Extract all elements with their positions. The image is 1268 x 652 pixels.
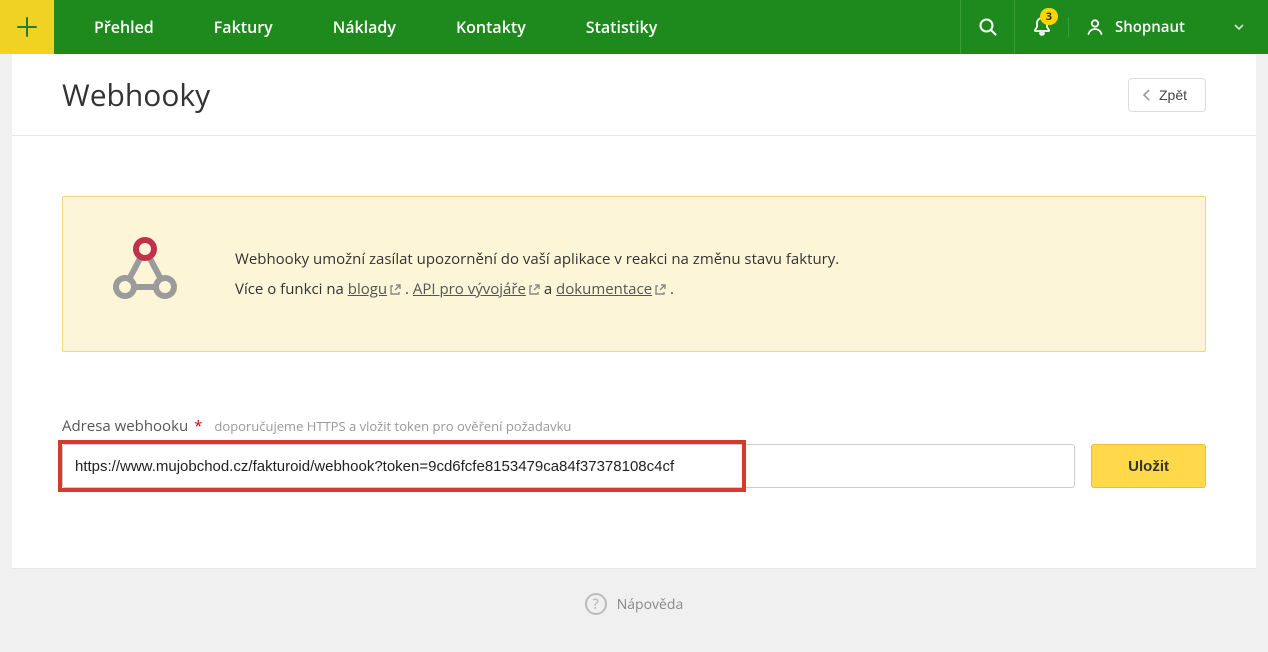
webhook-url-input[interactable] [62, 444, 1075, 488]
back-button[interactable]: Zpět [1128, 78, 1206, 112]
external-link-icon [389, 284, 401, 296]
user-name: Shopnaut [1115, 17, 1185, 37]
plus-icon [16, 16, 38, 38]
page-header: Webhooky Zpět [12, 54, 1256, 136]
nav-item-faktury[interactable]: Faktury [214, 16, 273, 38]
link-docs-label: dokumentace [556, 279, 652, 299]
info-sep3: . [670, 279, 674, 299]
webhook-url-label: Adresa webhooku [62, 416, 188, 436]
info-box: Webhooky umožní zasílat upozornění do va… [62, 196, 1206, 352]
webhook-url-hint: doporučujeme HTTPS a vložit token pro ov… [214, 417, 571, 435]
required-mark: * [194, 416, 202, 436]
nav-right: 3 Shopnaut [960, 0, 1268, 54]
external-link-icon [654, 284, 666, 296]
nav-item-naklady[interactable]: Náklady [333, 16, 396, 38]
nav-item-kontakty[interactable]: Kontakty [456, 16, 526, 38]
nav-items: Přehled Faktury Náklady Kontakty Statist… [54, 0, 960, 54]
link-blog[interactable]: blogu [348, 279, 401, 299]
input-row: Uložit [62, 444, 1206, 488]
chevron-down-icon [1234, 24, 1244, 30]
top-nav: Přehled Faktury Náklady Kontakty Statist… [0, 0, 1268, 54]
nav-item-statistiky[interactable]: Statistiky [586, 16, 658, 38]
external-link-icon [528, 284, 540, 296]
webhook-form: Adresa webhooku * doporučujeme HTTPS a v… [62, 416, 1206, 488]
help-icon: ? [585, 593, 607, 615]
info-sep1: . [405, 279, 413, 299]
webhook-url-label-row: Adresa webhooku * doporučujeme HTTPS a v… [62, 416, 1206, 436]
user-icon [1085, 17, 1105, 37]
content: Webhooky umožní zasílat upozornění do va… [12, 136, 1256, 569]
info-sep2: a [544, 279, 556, 299]
help-label: Nápověda [617, 595, 684, 614]
notifications-badge: 3 [1040, 8, 1058, 25]
add-button[interactable] [0, 0, 54, 54]
nav-item-prehled[interactable]: Přehled [94, 16, 154, 38]
info-line1: Webhooky umožní zasílat upozornění do va… [235, 244, 839, 274]
link-blog-label: blogu [348, 279, 387, 299]
chevron-left-icon [1143, 89, 1151, 101]
info-line2-prefix: Více o funkci na [235, 279, 348, 299]
info-text: Webhooky umožní zasílat upozornění do va… [235, 244, 839, 304]
notifications-button[interactable]: 3 [1014, 0, 1068, 54]
link-api[interactable]: API pro vývojáře [413, 279, 540, 299]
help-footer[interactable]: ? Nápověda [12, 569, 1256, 639]
user-menu[interactable]: Shopnaut [1068, 17, 1268, 37]
info-line2: Více o funkci na blogu . API pro vývojář… [235, 274, 839, 304]
back-button-label: Zpět [1159, 87, 1187, 103]
save-button[interactable]: Uložit [1091, 444, 1206, 488]
page-title: Webhooky [62, 74, 210, 115]
search-icon [978, 17, 998, 37]
link-docs[interactable]: dokumentace [556, 279, 666, 299]
search-button[interactable] [960, 0, 1014, 54]
link-api-label: API pro vývojáře [413, 279, 526, 299]
webhook-icon [105, 235, 185, 313]
input-wrapper [62, 444, 1075, 488]
